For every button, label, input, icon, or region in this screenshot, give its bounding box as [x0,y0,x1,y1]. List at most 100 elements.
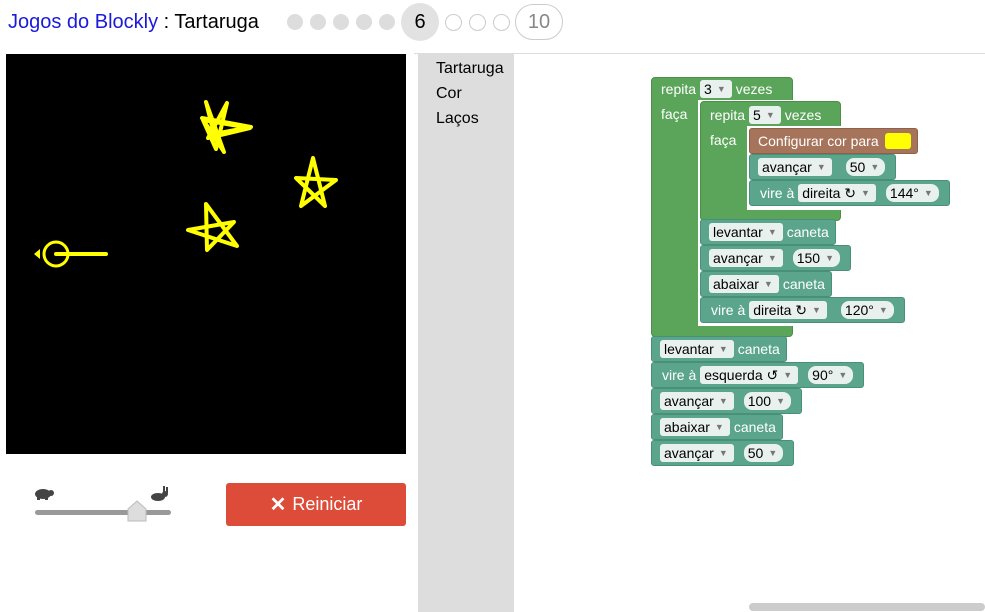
pen-label: caneta [737,341,780,357]
game-name: Tartaruga [174,11,259,33]
move-dropdown[interactable]: avançar ▼ [660,444,734,462]
turn-label: vire à [662,367,697,383]
direction-value: direita ↻ [802,184,856,201]
toolbox-category-turtle[interactable]: Tartaruga [436,60,504,78]
direction-value: esquerda ↺ [704,366,779,383]
dropdown-arrow-icon: ▼ [923,188,933,198]
move-distance[interactable]: 50 ▼ [743,444,784,462]
dropdown-arrow-icon: ▼ [878,305,888,315]
move-action: avançar [713,250,763,266]
turn-block[interactable]: vire à direita ↻ ▼ 144° ▼ [749,180,950,206]
move-distance[interactable]: 100 ▼ [743,392,792,410]
pen-label: caneta [733,419,776,435]
move-dropdown[interactable]: avançar ▼ [758,158,832,176]
turn-label: vire à [760,185,795,201]
dropdown-arrow-icon: ▼ [767,253,777,263]
set-color-block[interactable]: Configurar cor para [749,128,918,154]
move-block[interactable]: avançar ▼ 100 ▼ [651,388,803,414]
dropdown-arrow-icon: ▼ [767,227,777,237]
move-block[interactable]: avançar ▼ 150 ▼ [700,245,852,271]
inner-do-label: faça [710,132,737,148]
pen-block[interactable]: abaixar ▼ caneta [700,271,832,297]
toolbox: Tartaruga Cor Laços [418,54,514,612]
pen-label: caneta [782,276,825,292]
repeat-label: repita [710,107,746,123]
pen-dropdown[interactable]: abaixar ▼ [660,418,730,436]
current-level[interactable]: 6 [401,3,439,41]
move-action: avançar [762,159,812,175]
last-level[interactable]: 10 [515,4,563,40]
dropdown-arrow-icon: ▼ [763,279,773,289]
turn-block[interactable]: vire à esquerda ↺ ▼ 90° ▼ [651,362,865,388]
dropdown-arrow-icon: ▼ [718,344,728,354]
pen-dropdown[interactable]: abaixar ▼ [709,275,779,293]
pen-block[interactable]: levantar ▼ caneta [700,219,836,245]
inner-repeat-header: repita 5 ▼ vezes [710,106,821,124]
level-dot-3[interactable] [333,14,349,30]
level-dot-2[interactable] [310,14,326,30]
reset-label: Reiniciar [292,494,363,514]
blockly-games-link[interactable]: Jogos do Blockly [8,11,158,33]
dropdown-arrow-icon: ▼ [812,305,821,315]
fast-rabbit-icon [148,486,170,507]
workspace-horizontal-scrollbar[interactable] [749,603,985,611]
turn-direction[interactable]: esquerda ↺ ▼ [700,366,799,384]
turn-angle[interactable]: 120° ▼ [840,301,894,319]
move-block[interactable]: avançar ▼ 50 ▼ [651,440,795,466]
page-title: Jogos do Blockly : Tartaruga [8,11,259,34]
star-2 [294,156,338,208]
level-dot-4[interactable] [356,14,372,30]
level-dot-1[interactable] [287,14,303,30]
slider-knob[interactable] [127,500,147,527]
repeat-label: repita [661,81,697,97]
dropdown-arrow-icon: ▼ [765,110,775,120]
angle-value: 144° [889,185,919,201]
dropdown-arrow-icon: ▼ [861,188,870,198]
turn-block[interactable]: vire à direita ↻ ▼ 120° ▼ [700,297,905,323]
move-action: avançar [664,393,714,409]
set-color-label: Configurar cor para [758,133,879,149]
pen-label: caneta [786,224,829,240]
pen-dropdown[interactable]: levantar ▼ [709,223,783,241]
turn-angle[interactable]: 144° ▼ [885,184,939,202]
distance-value: 150 [796,250,821,266]
level-dot-8[interactable] [469,13,486,31]
dropdown-arrow-icon: ▼ [825,253,835,263]
pen-block[interactable]: abaixar ▼ caneta [651,414,783,440]
direction-value: direita ↻ [753,301,807,318]
pen-block[interactable]: levantar ▼ caneta [651,336,787,362]
turtle-canvas [6,54,406,454]
times-label: vezes [735,81,773,97]
pen-action: levantar [664,341,714,357]
move-distance[interactable]: 150 ▼ [792,249,841,267]
reset-button[interactable]: ✕ Reiniciar [226,483,406,526]
turn-direction[interactable]: direita ↻ ▼ [798,184,876,202]
count-value: 3 [704,81,712,97]
color-swatch[interactable] [884,133,911,149]
pen-action: levantar [713,224,763,240]
level-dot-5[interactable] [379,14,395,30]
outer-repeat-count[interactable]: 3 ▼ [700,80,732,98]
pen-dropdown[interactable]: levantar ▼ [660,340,734,358]
dropdown-arrow-icon: ▼ [870,162,880,172]
level-dot-7[interactable] [445,13,462,31]
move-block[interactable]: avançar ▼ 50 ▼ [749,154,897,180]
move-distance[interactable]: 50 ▼ [845,158,886,176]
times-label: vezes [784,107,822,123]
level-dot-9[interactable] [493,13,510,31]
toolbox-category-color[interactable]: Cor [436,85,462,103]
slow-turtle-icon [32,486,54,505]
distance-value: 100 [747,393,772,409]
move-dropdown[interactable]: avançar ▼ [709,249,783,267]
star-3 [186,202,239,252]
toolbox-category-loops[interactable]: Laços [436,110,479,128]
move-dropdown[interactable]: avançar ▼ [660,392,734,410]
turtle-icon [34,240,108,268]
turn-direction[interactable]: direita ↻ ▼ [749,301,827,319]
turn-label: vire à [711,302,746,318]
inner-repeat-count[interactable]: 5 ▼ [749,106,781,124]
dropdown-arrow-icon: ▼ [838,370,848,380]
turn-angle[interactable]: 90° ▼ [808,366,854,384]
slider-track[interactable] [35,510,171,515]
speed-slider[interactable] [30,484,178,524]
